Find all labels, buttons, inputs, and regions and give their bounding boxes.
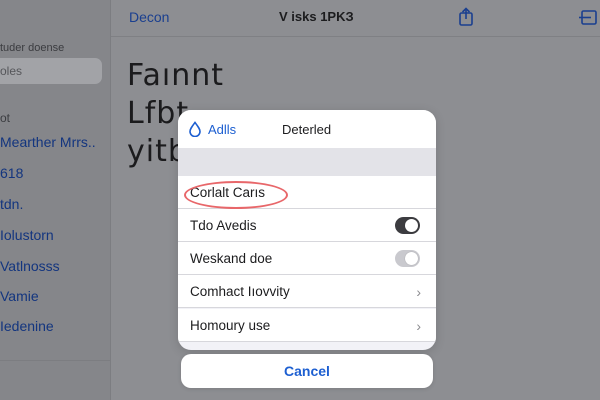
- row-label: Homoury use: [190, 318, 271, 333]
- sidebar-item[interactable]: tdn.: [0, 196, 23, 212]
- sidebar-item[interactable]: Iedenine: [0, 318, 54, 334]
- document-line: Faınnt: [127, 58, 225, 93]
- toggle-switch[interactable]: [395, 217, 420, 234]
- sidebar-item[interactable]: Mearther Mrrs..: [0, 134, 96, 150]
- compose-icon[interactable]: [579, 7, 599, 27]
- sidebar-item[interactable]: Iolustorn: [0, 227, 54, 243]
- add-button-label: Adlls: [208, 121, 237, 137]
- add-button[interactable]: Adlls: [188, 121, 236, 137]
- row-label: Weskand doe: [190, 251, 273, 266]
- cancel-button[interactable]: Cancel: [181, 354, 433, 388]
- sidebar-section-label: ot: [0, 111, 11, 125]
- sheet-row-toggle[interactable]: Weskand doe: [178, 242, 436, 275]
- toggle-knob: [405, 252, 418, 265]
- sheet-row-disclosure[interactable]: Homoury use ›: [178, 309, 436, 342]
- sidebar-item[interactable]: 618: [0, 165, 23, 181]
- chevron-right-icon: ›: [416, 284, 421, 300]
- search-input[interactable]: oles: [0, 58, 102, 84]
- navigation-bar: Decon V isks 1PKЗ: [111, 0, 600, 37]
- toggle-switch[interactable]: [395, 250, 420, 267]
- page-title: V isks 1PKЗ: [279, 9, 354, 24]
- row-label: Corlalt Carıs: [184, 181, 288, 209]
- share-icon[interactable]: [456, 7, 476, 27]
- action-sheet: Adlls Deterled Corlalt Carıs Tdo Avedis …: [178, 110, 436, 350]
- sheet-row-toggle[interactable]: Tdo Avedis: [178, 209, 436, 242]
- row-label: Tdo Avedis: [190, 218, 257, 233]
- sheet-row-contact-cards[interactable]: Corlalt Carıs: [178, 176, 436, 209]
- sidebar-item[interactable]: Vatlnosss: [0, 258, 60, 274]
- sheet-row-disclosure[interactable]: Comhact Iıovvity ›: [178, 275, 436, 308]
- sheet-title: Deterled: [282, 122, 332, 137]
- row-label: Comhact Iıovvity: [190, 284, 290, 299]
- drop-icon: [189, 121, 201, 137]
- back-button[interactable]: Decon: [129, 9, 169, 25]
- sidebar-header: tuder doense: [0, 42, 65, 54]
- sidebar: tuder doense oles ot Mearther Mrrs.. 618…: [0, 0, 111, 400]
- toggle-knob: [405, 219, 418, 232]
- chevron-right-icon: ›: [416, 318, 421, 334]
- sheet-header: Adlls Deterled: [178, 110, 436, 148]
- sidebar-divider: [0, 360, 110, 361]
- sidebar-item[interactable]: Vamie: [0, 288, 39, 304]
